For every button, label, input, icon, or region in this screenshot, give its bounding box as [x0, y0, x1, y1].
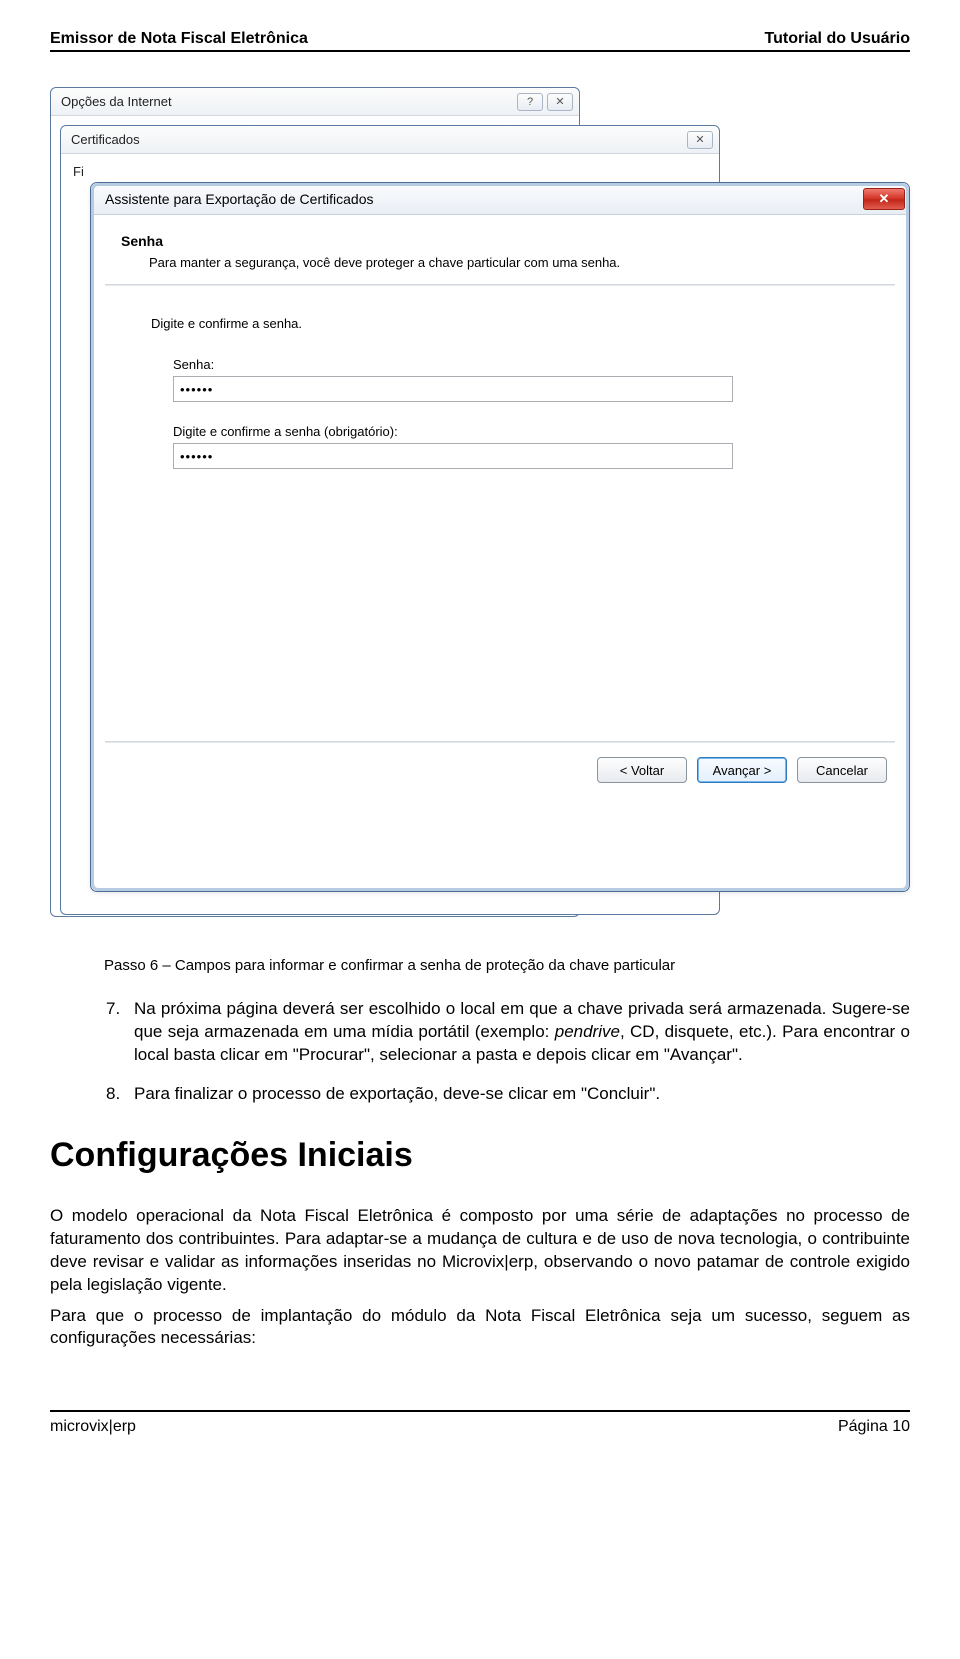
- confirm-password-input[interactable]: [173, 443, 733, 469]
- step-text-italic: pendrive: [555, 1022, 620, 1041]
- section-heading: Configurações Iniciais: [50, 1136, 910, 1175]
- step-number: 8.: [106, 1083, 134, 1106]
- wizard-header: Senha Para manter a segurança, você deve…: [91, 215, 909, 284]
- window-export-wizard: Assistente para Exportação de Certificad…: [90, 182, 910, 892]
- step-7: 7.Na próxima página deverá ser escolhido…: [106, 998, 910, 1067]
- footer-right: Página 10: [838, 1418, 910, 1436]
- back-button[interactable]: < Voltar: [597, 757, 687, 783]
- help-icon[interactable]: ?: [517, 93, 543, 111]
- wizard-instruction: Digite e confirme a senha.: [151, 316, 879, 331]
- document-footer: microvix|erp Página 10: [50, 1410, 910, 1436]
- next-button[interactable]: Avançar >: [697, 757, 787, 783]
- password-input[interactable]: [173, 376, 733, 402]
- title-internet-options: Opções da Internet: [61, 94, 172, 109]
- wizard-step-subtitle: Para manter a segurança, você deve prote…: [149, 255, 879, 270]
- footer-left: microvix|erp: [50, 1418, 136, 1436]
- confirm-password-row: Digite e confirme a senha (obrigatório):: [173, 424, 879, 469]
- header-right: Tutorial do Usuário: [765, 30, 910, 48]
- close-icon[interactable]: ✕: [547, 93, 573, 111]
- screenshot-composite: Opções da Internet ? ✕ Certificados ✕ Fi…: [50, 87, 910, 927]
- confirm-password-label: Digite e confirme a senha (obrigatório):: [173, 424, 879, 439]
- numbered-steps: 7.Na próxima página deverá ser escolhido…: [50, 998, 910, 1106]
- close-icon[interactable]: ✕: [687, 131, 713, 149]
- step-text: Para finalizar o processo de exportação,…: [134, 1084, 660, 1103]
- title-certificates: Certificados: [71, 132, 140, 147]
- title-wizard: Assistente para Exportação de Certificad…: [105, 191, 373, 207]
- close-button[interactable]: ✕: [863, 188, 905, 210]
- titlebar-wizard: Assistente para Exportação de Certificad…: [91, 183, 909, 215]
- figure-caption: Passo 6 – Campos para informar e confirm…: [104, 957, 910, 974]
- titlebar-certificates: Certificados ✕: [61, 126, 719, 154]
- password-label: Senha:: [173, 357, 879, 372]
- header-left: Emissor de Nota Fiscal Eletrônica: [50, 30, 308, 48]
- step-8: 8.Para finalizar o processo de exportaçã…: [106, 1083, 910, 1106]
- titlebar-buttons: ✕: [687, 131, 713, 149]
- wizard-button-row: < Voltar Avançar > Cancelar: [91, 743, 909, 783]
- paragraph: Para que o processo de implantação do mó…: [50, 1305, 910, 1351]
- paragraph: O modelo operacional da Nota Fiscal Elet…: [50, 1205, 910, 1297]
- titlebar-buttons: ? ✕: [517, 93, 573, 111]
- cancel-button[interactable]: Cancelar: [797, 757, 887, 783]
- wizard-body: Digite e confirme a senha. Senha: Digite…: [91, 286, 909, 501]
- titlebar-internet-options: Opções da Internet ? ✕: [51, 88, 579, 116]
- password-row: Senha:: [173, 357, 879, 402]
- document-header: Emissor de Nota Fiscal Eletrônica Tutori…: [50, 30, 910, 52]
- step-number: 7.: [106, 998, 134, 1021]
- section-body: O modelo operacional da Nota Fiscal Elet…: [50, 1205, 910, 1351]
- wizard-step-title: Senha: [121, 233, 879, 249]
